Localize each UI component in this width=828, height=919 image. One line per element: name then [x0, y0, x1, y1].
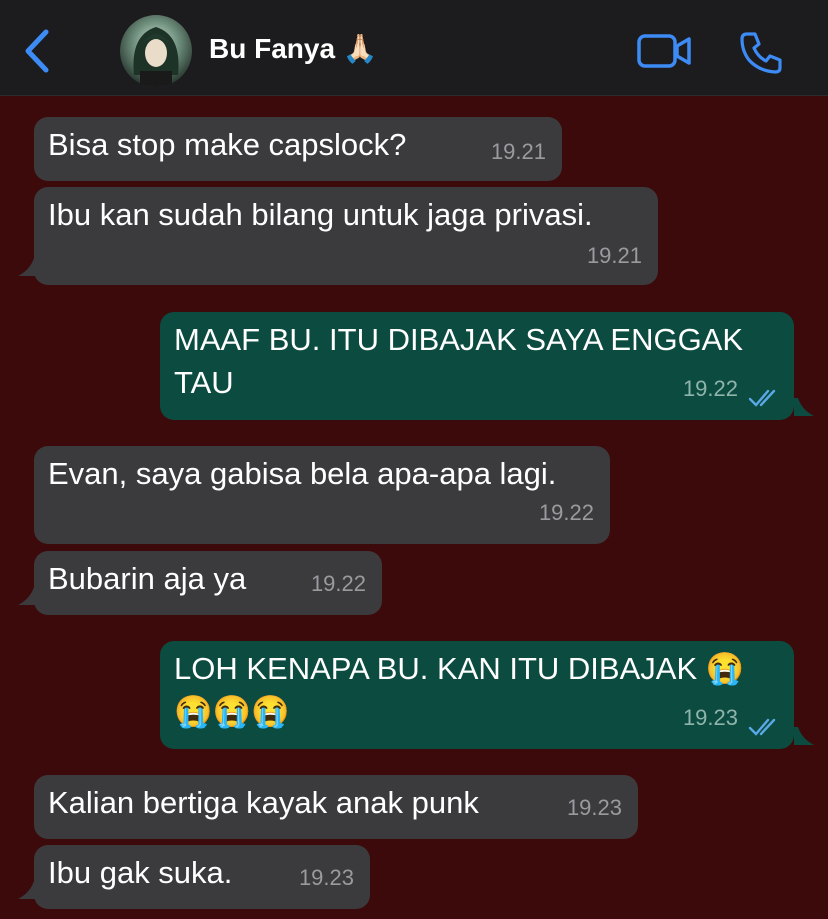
- message-text: MAAF BU. ITU DIBAJAK SAYA ENGGAK TAU: [174, 322, 744, 400]
- bubble-tail: [18, 587, 38, 605]
- bubble-tail: [794, 398, 814, 416]
- message-text: Evan, saya gabisa bela apa-apa lagi.: [48, 456, 557, 491]
- message-time: 19.23: [566, 795, 622, 820]
- avatar[interactable]: [120, 15, 192, 87]
- message-text: Bubarin aja ya: [48, 561, 247, 596]
- message-outgoing[interactable]: MAAF BU. ITU DIBAJAK SAYA ENGGAK TAU 19.…: [160, 312, 794, 420]
- message-text: Bisa stop make capslock?: [48, 127, 407, 162]
- message-text: Ibu kan sudah bilang untuk jaga privasi.: [48, 197, 593, 232]
- contact-name[interactable]: Bu Fanya 🙏🏻: [209, 32, 378, 65]
- message-time: 19.21: [490, 139, 546, 164]
- read-receipt-icon: [748, 718, 776, 736]
- message-time: 19.23: [682, 705, 738, 730]
- read-receipt-icon: [748, 389, 776, 407]
- message-time: 19.23: [298, 865, 354, 890]
- bubble-tail: [18, 258, 38, 276]
- phone-icon[interactable]: [739, 30, 783, 74]
- message-text: LOH KENAPA BU. KAN ITU DIBAJAK 😭😭😭😭: [174, 651, 745, 729]
- message-time: 19.22: [310, 571, 366, 596]
- message-incoming[interactable]: Ibu gak suka. 19.23: [34, 845, 370, 909]
- message-text: Kalian bertiga kayak anak punk: [48, 785, 479, 820]
- video-camera-icon[interactable]: [637, 34, 691, 68]
- message-outgoing[interactable]: LOH KENAPA BU. KAN ITU DIBAJAK 😭😭😭😭 19.2…: [160, 641, 794, 749]
- message-incoming[interactable]: Bubarin aja ya 19.22: [34, 551, 382, 615]
- message-incoming[interactable]: Kalian bertiga kayak anak punk 19.23: [34, 775, 638, 839]
- message-incoming[interactable]: Ibu kan sudah bilang untuk jaga privasi.…: [34, 187, 658, 285]
- bubble-tail: [18, 881, 38, 899]
- message-time: 19.21: [586, 243, 642, 268]
- chevron-left-icon[interactable]: [20, 28, 56, 74]
- bubble-tail: [794, 727, 814, 745]
- message-time: 19.22: [538, 500, 594, 525]
- message-time: 19.22: [682, 376, 738, 401]
- message-incoming[interactable]: Evan, saya gabisa bela apa-apa lagi. 19.…: [34, 446, 610, 544]
- chat-header: Bu Fanya 🙏🏻: [0, 0, 828, 96]
- message-incoming[interactable]: Bisa stop make capslock? 19.21: [34, 117, 562, 181]
- message-text: Ibu gak suka.: [48, 855, 233, 890]
